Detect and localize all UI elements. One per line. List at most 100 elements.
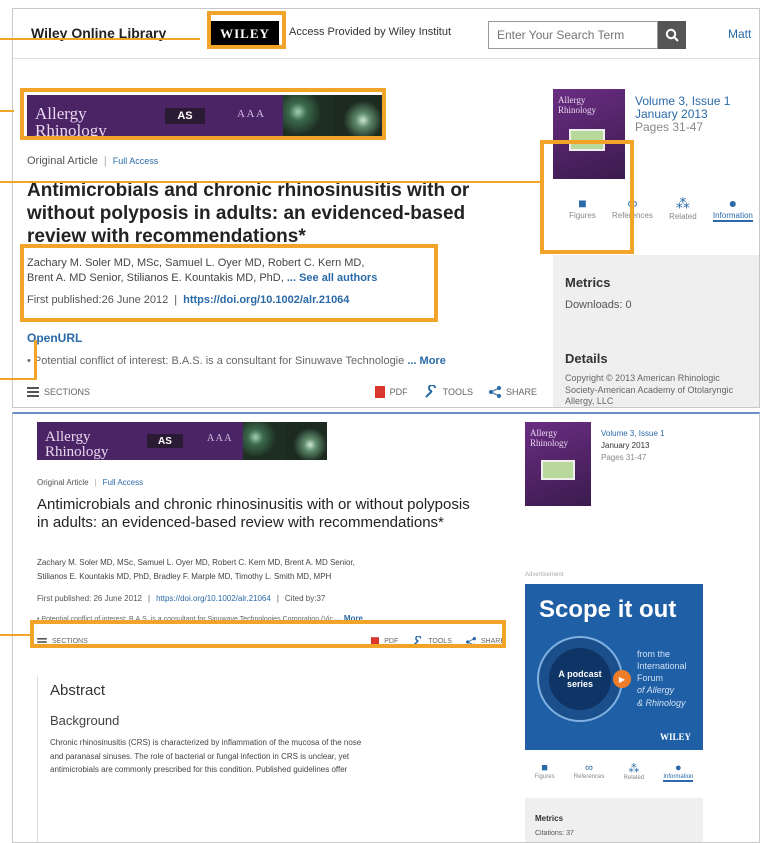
issue-pages: Pages 31-47 xyxy=(601,453,647,462)
journal-cover-thumbnail[interactable]: Allergy Rhinology xyxy=(525,422,591,506)
tab-label: Information xyxy=(712,211,753,220)
cited-by-count[interactable]: Cited by:37 xyxy=(285,594,325,603)
sections-button[interactable]: SECTIONS xyxy=(27,387,90,397)
sidebar-tabs: ■ Figures ∞ References ⁂ Related ● Informati… xyxy=(525,762,703,782)
access-provider-text: Access Provided by Wiley Institut xyxy=(289,26,452,38)
tab-label: References xyxy=(573,774,605,780)
article-title: Antimicrobials and chronic rhinosinusiti… xyxy=(37,496,470,532)
authors-line[interactable]: Stilianos E. Kountakis MD, PhD, Bradley … xyxy=(37,572,331,581)
callout-pointer xyxy=(0,378,36,380)
tab-references[interactable]: ∞ References xyxy=(612,195,653,222)
doi-link[interactable]: https://doi.org/10.1002/alr.21064 xyxy=(156,594,271,603)
share-icon xyxy=(465,636,476,647)
publication-line: First published:26 June 2012 | https://doi… xyxy=(27,294,350,306)
tab-label: References xyxy=(611,211,653,220)
cover-image xyxy=(569,129,605,151)
share-button[interactable]: SHARE xyxy=(465,636,505,647)
search-input[interactable] xyxy=(488,21,658,49)
sections-button[interactable]: SECTIONS xyxy=(37,637,88,646)
abstract-heading: Abstract xyxy=(50,682,106,699)
volume-issue-link[interactable]: Volume 3, Issue 1 xyxy=(601,428,665,440)
podcast-advertisement[interactable]: Scope it out A podcast series ▶ from the… xyxy=(525,584,703,750)
article-meta-line: Original Article | Full Access xyxy=(37,478,144,487)
sections-list-icon xyxy=(27,387,39,397)
wrench-icon xyxy=(413,636,422,646)
access-type-link[interactable]: Full Access xyxy=(103,478,143,487)
abstract-section: Abstract Background Chronic rhinosinusit… xyxy=(37,676,507,842)
pdf-button[interactable]: PDF xyxy=(374,386,408,398)
tools-button[interactable]: TOOLS xyxy=(412,636,452,647)
journal-banner[interactable]: Allergy Rhinology AS A A A xyxy=(27,95,383,137)
tools-button[interactable]: TOOLS xyxy=(424,385,473,399)
wiley-logo[interactable]: WILEY xyxy=(211,21,279,47)
share-label: SHARE xyxy=(505,387,537,397)
publication-line: First published: 26 June 2012 | https://do… xyxy=(37,594,326,603)
conflict-of-interest-note: • Potential conflict of interest: B.A.S.… xyxy=(37,614,507,623)
tab-related[interactable]: ⁂ Related xyxy=(624,762,645,782)
user-menu-link[interactable]: Matt xyxy=(728,27,751,41)
sidebar-tabs: ■ Figures ∞ References ⁂ Related ● Informati… xyxy=(561,195,759,222)
abstract-text-line: Chronic rhinosinusitis (CRS) is characte… xyxy=(50,738,362,747)
access-type-link[interactable]: Full Access xyxy=(113,156,159,166)
coi-more-link[interactable]: ... More xyxy=(335,614,363,623)
cover-title: Allergy Rhinology xyxy=(530,428,569,448)
article-toolbar: SECTIONS PDF TOOLS SHARE xyxy=(27,385,537,399)
article-toolbar: SECTIONS PDF TOOLS SHARE xyxy=(37,636,505,647)
journal-cover-thumbnail[interactable]: Allergy Rhinology xyxy=(553,89,625,179)
callout-pointer xyxy=(0,110,14,112)
ad-headline: Scope it out xyxy=(539,596,677,623)
coi-more-link[interactable]: ... More xyxy=(407,355,446,367)
tab-label: Related xyxy=(623,775,645,781)
sidebar-info-panel: Metrics Downloads: 0 Details Copyright ©… xyxy=(553,255,759,407)
pdf-icon xyxy=(371,636,380,647)
figures-icon: ■ xyxy=(578,195,587,211)
article-page-old-layout: Wiley Online Library WILEY Access Provid… xyxy=(12,8,760,408)
journal-banner[interactable]: Allergy Rhinology AS A A A xyxy=(37,422,327,460)
tab-related[interactable]: ⁂ Related xyxy=(669,195,697,222)
issue-date: January 2013 xyxy=(601,441,650,450)
figures-icon: ■ xyxy=(541,762,548,774)
tools-label: TOOLS xyxy=(428,638,452,645)
podcast-series-label: A podcast series xyxy=(558,668,602,689)
cover-title: Allergy Rhinology xyxy=(558,95,597,115)
doi-link[interactable]: https://doi.org/10.1002/alr.21064 xyxy=(183,294,349,306)
search-button[interactable] xyxy=(658,21,686,49)
background-heading: Background xyxy=(50,713,120,728)
issue-info: Volume 3, Issue 1 January 2013 Pages 31-… xyxy=(601,428,665,464)
metrics-heading: Metrics xyxy=(565,275,611,290)
tab-figures[interactable]: ■ Figures xyxy=(535,762,555,782)
article-meta-line: Original Article | Full Access xyxy=(27,155,159,167)
tab-information[interactable]: ● Information xyxy=(712,195,753,222)
share-button[interactable]: SHARE xyxy=(488,386,537,398)
tab-label: Figures xyxy=(569,211,596,220)
ad-line: Forum xyxy=(637,673,664,684)
authors-line-2: Brent A. MD Senior, Stilianos E. Kountak… xyxy=(27,272,447,284)
sections-label: SECTIONS xyxy=(52,638,88,645)
related-icon: ⁂ xyxy=(628,763,640,775)
related-icon: ⁂ xyxy=(675,195,690,211)
tab-label: Information xyxy=(663,774,694,780)
first-published-label: First published: xyxy=(37,594,92,603)
ad-from: from the xyxy=(637,649,671,659)
tab-references[interactable]: ∞ References xyxy=(574,762,605,782)
authors-line[interactable]: Zachary M. Soler MD, MSc, Samuel L. Oyer… xyxy=(27,257,447,269)
ad-wiley-brand: WILEY xyxy=(659,732,691,742)
link-icon: ∞ xyxy=(627,195,638,211)
callout-pointer xyxy=(0,181,542,183)
banner-aa-mark: A A A xyxy=(207,433,232,444)
article-page-new-layout: Allergy Rhinology AS A A A Original Arti… xyxy=(12,412,760,843)
abstract-text-line: antimicrobials are commonly prescribed f… xyxy=(50,765,348,775)
pdf-button[interactable]: PDF xyxy=(371,636,398,647)
see-all-authors-link[interactable]: ... See all authors xyxy=(287,272,377,284)
tab-figures[interactable]: ■ Figures xyxy=(569,195,596,222)
banner-journal-title: Allergy Rhinology xyxy=(35,104,107,137)
play-icon: ▶ xyxy=(613,670,631,688)
podcast-inner-circle: A podcast series xyxy=(549,648,611,710)
tab-label: Related xyxy=(669,212,697,221)
wrench-icon xyxy=(424,385,436,398)
info-icon: ● xyxy=(728,195,738,211)
authors-line[interactable]: Brent A. MD Senior, Stilianos E. Kountak… xyxy=(27,272,284,284)
authors-line[interactable]: Zachary M. Soler MD, MSc, Samuel L. Oyer… xyxy=(37,558,355,567)
authors-block: Zachary M. Soler MD, MSc, Samuel L. Oyer… xyxy=(27,257,447,306)
tab-information[interactable]: ● Information xyxy=(663,762,694,782)
